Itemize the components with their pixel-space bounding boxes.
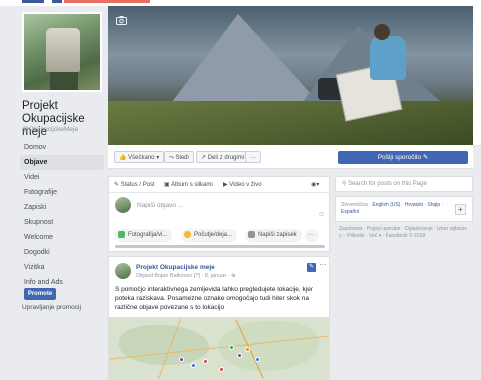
map-pin-icon[interactable] (245, 347, 250, 352)
photo-video-pill[interactable]: Fotografija/vi... (115, 229, 173, 242)
page-title[interactable]: Projekt Okupacijske meje (22, 100, 106, 139)
map-pin-icon[interactable] (179, 357, 184, 362)
add-language-button[interactable]: + (455, 204, 466, 215)
post-author[interactable]: Projekt Okupacijske meje (136, 264, 215, 271)
horizontal-scrollbar[interactable] (115, 245, 325, 248)
pencil-icon: ✎ (114, 182, 120, 188)
nav-item-videos[interactable]: Videi (22, 170, 104, 185)
more-options-pill[interactable]: ··· (305, 229, 319, 242)
write-note-pill[interactable]: Napiši zapisek (245, 229, 302, 242)
photo-album-icon: ▣ (164, 182, 170, 188)
post-options-icon[interactable]: ··· (319, 260, 327, 269)
post-meta: Objavil Bojan Balkovec [?] · 8. januar ·… (136, 273, 236, 279)
nav-item-welcome[interactable]: Welcome (22, 230, 104, 245)
send-message-button[interactable]: Pošlji sporočilo ✎ (338, 151, 468, 164)
map-pin-icon[interactable] (219, 367, 224, 372)
thumbs-up-icon: 👍 (119, 155, 127, 161)
map-pin-icon[interactable] (255, 357, 260, 362)
manage-promotions-link[interactable]: Upravljanje promocij (22, 304, 81, 311)
cover-photo[interactable] (108, 6, 473, 145)
rss-icon: ⤳ (169, 155, 174, 161)
globe-icon[interactable]: ◉▾ (311, 181, 319, 188)
tab-photo-album[interactable]: ▣ Album s slikami (164, 181, 213, 188)
post-composer: ✎ Status / Post ▣ Album s slikami ▶ Vide… (108, 176, 330, 252)
share-icon: ↗ (201, 155, 207, 161)
smiley-icon (184, 230, 191, 238)
avatar (115, 197, 131, 213)
photo-icon (118, 230, 125, 238)
feeling-activity-pill[interactable]: Počutje/deja... (181, 229, 238, 242)
profile-picture[interactable] (22, 12, 102, 92)
emoji-icon[interactable]: ☺ (318, 211, 325, 218)
nav-item-about[interactable]: Vizitka (22, 260, 104, 275)
map-pin-icon[interactable] (229, 345, 234, 350)
search-icon: ⚲ (342, 181, 347, 187)
promote-button[interactable]: Promote (24, 288, 56, 300)
footer-links[interactable]: Zasebnost · Pogoji uporabe · Oglaševanje… (339, 226, 471, 240)
current-language: Slovenščina · (341, 202, 373, 208)
composer-input[interactable]: Napiši objavo ... (137, 202, 183, 209)
tab-status[interactable]: ✎ Status / Post (114, 181, 155, 188)
follow-button[interactable]: ⤳ Sledi (164, 151, 194, 163)
nav-item-photos[interactable]: Fotografije (22, 185, 104, 200)
page-search-input[interactable]: ⚲ Search for posts on this Page (335, 176, 473, 192)
interactive-map-image[interactable] (109, 317, 329, 379)
edit-post-icon[interactable]: ✎ (307, 263, 316, 272)
video-icon: ▶ (223, 182, 228, 188)
more-actions-button[interactable]: ··· (245, 151, 261, 163)
map-pin-icon[interactable] (191, 363, 196, 368)
share-button[interactable]: ↗ Deli z drugimi (196, 151, 250, 163)
feed-post: Projekt Okupacijske meje Objavil Bojan B… (108, 256, 330, 380)
pencil-icon: ✎ (422, 154, 429, 161)
liked-button[interactable]: 👍 Všečkano ▾ (114, 151, 165, 163)
avatar[interactable] (115, 263, 131, 279)
nav-item-notes[interactable]: Zapiski (22, 200, 104, 215)
chevron-down-icon: ▾ (156, 155, 160, 161)
page-handle[interactable]: @OkupacijskeMeje (22, 126, 78, 133)
post-body: S pomočjo interaktivnega zemljevida lahk… (115, 286, 313, 311)
language-box: Slovenščina · English (US) · Hrvatski · … (335, 196, 473, 222)
nav-item-home[interactable]: Domov (22, 140, 104, 155)
nav-item-events[interactable]: Dogodki (22, 245, 104, 260)
page-nav: Domov Objave Videi Fotografije Zapiski S… (20, 140, 104, 290)
map-pin-icon[interactable] (203, 359, 208, 364)
tab-live-video[interactable]: ▶ Video v živo (223, 181, 262, 188)
note-icon (248, 230, 255, 238)
nav-item-community[interactable]: Skupnost (22, 215, 104, 230)
camera-icon[interactable] (116, 16, 127, 28)
map-pin-icon[interactable] (237, 353, 242, 358)
nav-item-posts[interactable]: Objave (20, 155, 104, 170)
